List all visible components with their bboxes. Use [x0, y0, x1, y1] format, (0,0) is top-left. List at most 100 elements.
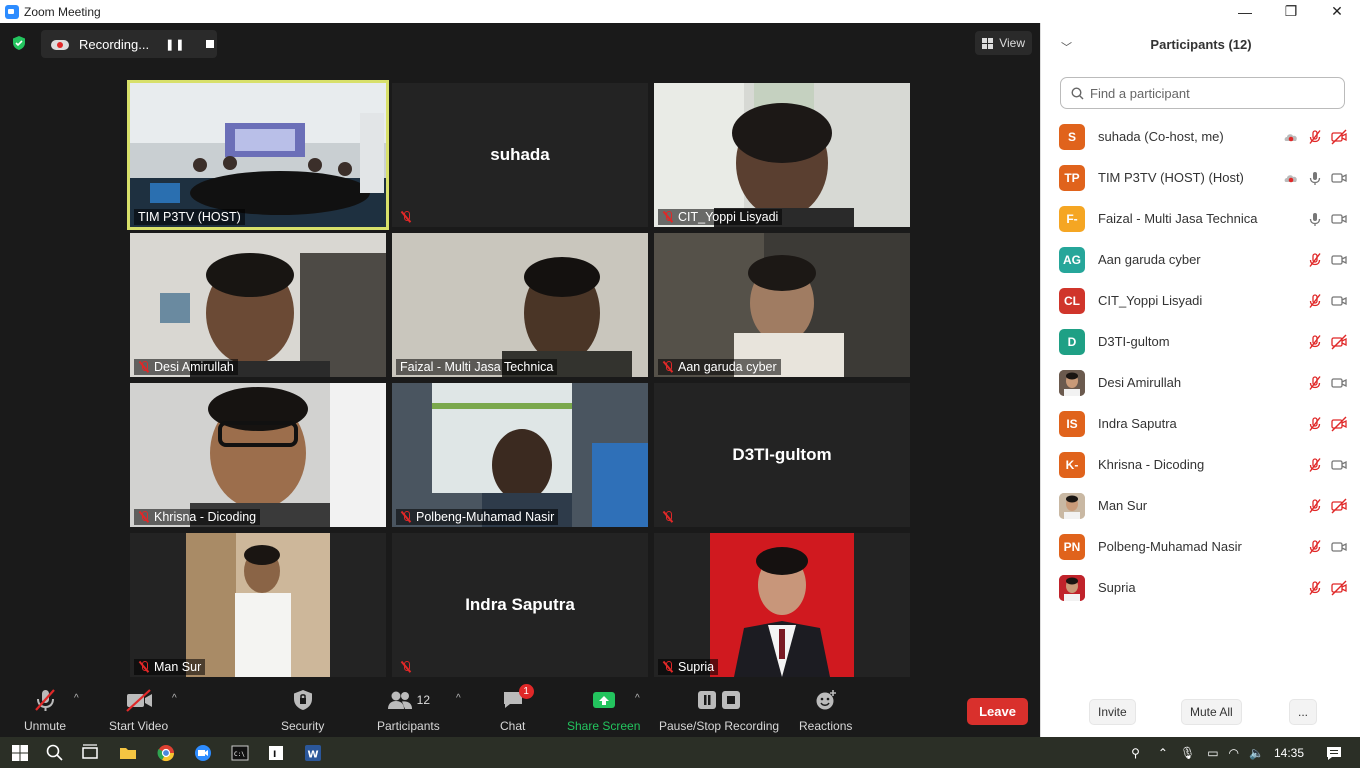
participant-row[interactable]: F- Faizal - Multi Jasa Technica	[1041, 198, 1360, 239]
more-options-button[interactable]: ...	[1289, 699, 1318, 725]
participant-row[interactable]: CL CIT_Yoppi Lisyadi	[1041, 280, 1360, 321]
mic-muted-icon[interactable]	[1307, 252, 1323, 268]
video-options-caret[interactable]: ^	[172, 693, 177, 704]
video-icon[interactable]	[1331, 293, 1347, 309]
audio-options-caret[interactable]: ^	[74, 693, 79, 704]
participants-options-caret[interactable]: ^	[456, 693, 461, 704]
mic-muted-icon[interactable]	[1307, 416, 1323, 432]
video-off-icon[interactable]	[1331, 334, 1347, 350]
participant-row[interactable]: Man Sur	[1041, 485, 1360, 526]
unmute-label: Unmute	[24, 719, 67, 733]
word-icon[interactable]: W	[303, 743, 323, 763]
participant-name: Aan garuda cyber	[678, 360, 777, 374]
mic-muted-icon[interactable]	[1307, 457, 1323, 473]
video-off-icon[interactable]	[1331, 580, 1347, 596]
video-icon[interactable]	[1331, 252, 1347, 268]
mic-muted-icon	[662, 211, 674, 223]
mic-icon[interactable]	[1307, 170, 1323, 186]
share-options-caret[interactable]: ^	[635, 693, 640, 704]
search-input[interactable]	[1090, 85, 1330, 101]
stop-recording-button[interactable]	[205, 40, 214, 48]
participant-row[interactable]: Supria	[1041, 567, 1360, 608]
clock-time[interactable]: 14:35	[1274, 746, 1304, 760]
people-icon[interactable]: ⚲	[1131, 746, 1140, 760]
participant-search[interactable]	[1060, 77, 1345, 109]
video-icon[interactable]	[1331, 457, 1347, 473]
video-tile[interactable]: Khrisna - Dicoding	[130, 383, 386, 527]
command-prompt-icon[interactable]: C:\	[230, 743, 250, 763]
mic-muted-icon[interactable]	[1307, 129, 1323, 145]
battery-icon[interactable]: ▭	[1207, 746, 1218, 760]
editor-app-icon[interactable]: I	[266, 743, 286, 763]
participant-row[interactable]: TP TIM P3TV (HOST) (Host)	[1041, 157, 1360, 198]
video-icon[interactable]	[1331, 170, 1347, 186]
video-tile[interactable]: D3TI-gultom	[654, 383, 910, 527]
search-icon[interactable]	[45, 743, 65, 763]
participant-row[interactable]: IS Indra Saputra	[1041, 403, 1360, 444]
view-button[interactable]: View	[975, 31, 1032, 55]
participant-display-name: suhada	[490, 145, 550, 164]
system-tray: ⚲ ⌃ 🎙 ▭ ◠ 🔈 14:35	[1131, 737, 1360, 768]
mic-muted-icon[interactable]	[1307, 293, 1323, 309]
close-button[interactable]: ✕	[1314, 0, 1360, 23]
wifi-icon[interactable]: ◠	[1229, 746, 1239, 760]
security-button[interactable]: Security	[281, 687, 324, 733]
video-tile[interactable]: Man Sur	[130, 533, 386, 677]
volume-icon[interactable]: 🔈	[1249, 746, 1264, 760]
minimize-button[interactable]: —	[1222, 0, 1268, 23]
microphone-icon[interactable]: 🎙	[1180, 746, 1195, 760]
video-tile[interactable]: Polbeng-Muhamad Nasir	[392, 383, 648, 527]
mic-muted-icon	[400, 211, 412, 223]
video-tile[interactable]: Aan garuda cyber	[654, 233, 910, 377]
chat-button[interactable]: 1 Chat	[500, 684, 534, 733]
pause-recording-button[interactable]: ❚❚	[165, 38, 185, 51]
task-view-icon[interactable]	[80, 743, 100, 763]
video-tile[interactable]: CIT_Yoppi Lisyadi	[654, 83, 910, 227]
video-off-icon[interactable]	[1331, 498, 1347, 514]
reactions-button[interactable]: Reactions	[799, 687, 852, 733]
participant-row[interactable]: K- Khrisna - Dicoding	[1041, 444, 1360, 485]
video-icon[interactable]	[1331, 211, 1347, 227]
mic-muted-icon[interactable]	[1307, 539, 1323, 555]
participant-row[interactable]: Ssuhada (Co-host, me)	[1041, 116, 1360, 157]
mic-muted-icon[interactable]	[1307, 498, 1323, 514]
participant-row[interactable]: PN Polbeng-Muhamad Nasir	[1041, 526, 1360, 567]
mic-muted-icon[interactable]	[1307, 375, 1323, 391]
start-video-button[interactable]: Start Video	[109, 687, 168, 733]
video-icon[interactable]	[1331, 375, 1347, 391]
video-tile[interactable]: Indra Saputra	[392, 533, 648, 677]
mic-muted-icon[interactable]	[1307, 580, 1323, 596]
invite-button[interactable]: Invite	[1089, 699, 1136, 725]
windows-start-icon[interactable]	[10, 743, 30, 763]
participants-button[interactable]: 12 Participants	[377, 687, 440, 733]
zoom-taskbar-icon[interactable]	[193, 743, 213, 763]
video-tile[interactable]: Supria	[654, 533, 910, 677]
file-explorer-icon[interactable]	[118, 743, 138, 763]
video-feed	[392, 383, 648, 527]
mic-icon[interactable]	[1307, 211, 1323, 227]
video-tile[interactable]: Desi Amirullah	[130, 233, 386, 377]
shield-check-icon[interactable]	[11, 35, 27, 51]
participant-row[interactable]: Desi Amirullah	[1041, 362, 1360, 403]
video-tile[interactable]: TIM P3TV (HOST)	[127, 80, 389, 230]
participant-row[interactable]: D D3TI-gultom	[1041, 321, 1360, 362]
unmute-button[interactable]: Unmute	[24, 687, 66, 733]
leave-button[interactable]: Leave	[967, 698, 1028, 725]
participant-row[interactable]: AG Aan garuda cyber	[1041, 239, 1360, 280]
participants-icon	[387, 691, 412, 709]
video-tile[interactable]: suhada	[392, 83, 648, 227]
maximize-button[interactable]: ❐	[1268, 0, 1314, 23]
notifications-icon[interactable]	[1326, 745, 1342, 761]
share-screen-button[interactable]: Share Screen	[567, 687, 640, 733]
chevron-up-icon[interactable]: ⌃	[1158, 746, 1168, 760]
video-icon[interactable]	[1331, 539, 1347, 555]
video-off-icon[interactable]	[1331, 129, 1347, 145]
chrome-icon[interactable]	[156, 743, 176, 763]
video-off-icon[interactable]	[1331, 416, 1347, 432]
mic-muted-icon[interactable]	[1307, 334, 1323, 350]
participant-status-icons	[1307, 580, 1347, 596]
mute-all-button[interactable]: Mute All	[1181, 699, 1242, 725]
video-tile[interactable]: Faizal - Multi Jasa Technica	[392, 233, 648, 377]
pause-stop-recording-button[interactable]: Pause/Stop Recording	[659, 687, 779, 733]
avatar: AG	[1059, 246, 1085, 273]
